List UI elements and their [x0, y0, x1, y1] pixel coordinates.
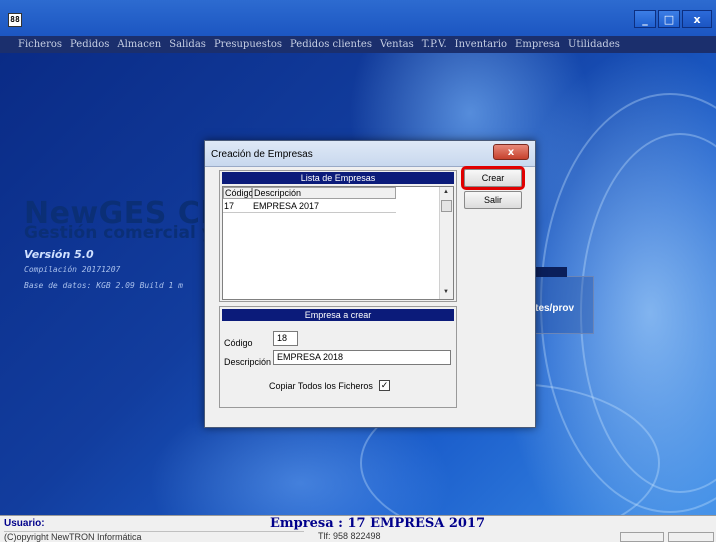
table-row[interactable]: 17 — [223, 200, 252, 212]
row-divider — [223, 212, 396, 213]
dialog-title: Creación de Empresas — [211, 149, 313, 160]
menu-pedidos-clientes[interactable]: Pedidos clientes — [290, 39, 372, 50]
company-list-header: Lista de Empresas — [222, 172, 454, 184]
descripcion-input[interactable]: EMPRESA 2018 — [273, 350, 451, 365]
menu-pedidos[interactable]: Pedidos — [70, 39, 109, 50]
status-panel — [620, 532, 664, 542]
codigo-input[interactable]: 18 — [273, 331, 298, 346]
menu-tpv[interactable]: T.P.V. — [422, 39, 447, 50]
dialog-close-button[interactable]: x — [493, 144, 529, 160]
scroll-down-icon[interactable]: ▼ — [443, 289, 449, 295]
scroll-up-icon[interactable]: ▲ — [443, 189, 449, 195]
menu-salidas[interactable]: Salidas — [169, 39, 206, 50]
column-header-codigo[interactable]: Código — [223, 187, 254, 199]
menu-bar: Ficheros Pedidos Almacen Salidas Presupu… — [0, 36, 716, 53]
copyright-text: (C)opyright NewTRON Informática — [4, 531, 304, 542]
brand-subtitle: Gestión comercial y — [24, 223, 213, 243]
menu-inventario[interactable]: Inventario — [455, 39, 507, 50]
scroll-thumb[interactable] — [441, 200, 452, 212]
new-company-header: Empresa a crear — [222, 309, 454, 321]
menu-ventas[interactable]: Ventas — [380, 39, 414, 50]
usuario-label: Usuario: — [4, 518, 45, 529]
status-panel — [668, 532, 714, 542]
descripcion-label: Descripción — [224, 357, 272, 367]
codigo-label: Código — [224, 338, 253, 348]
app-icon[interactable]: 88 — [8, 13, 22, 27]
menu-almacen[interactable]: Almacen — [117, 39, 161, 50]
salir-button[interactable]: Salir — [464, 191, 522, 209]
menu-ficheros[interactable]: Ficheros — [18, 39, 62, 50]
version-text: Versión 5.0 — [24, 248, 94, 261]
company-list-frame: Lista de Empresas Código Descripción 17 … — [219, 170, 457, 302]
window-controls: _ □ x — [632, 10, 712, 28]
title-bar: 88 _ □ x — [0, 0, 716, 36]
empresa-status: Empresa : 17 EMPRESA 2017 — [270, 516, 486, 531]
status-bar: Usuario: Empresa : 17 EMPRESA 2017 (C)op… — [0, 515, 716, 542]
list-scrollbar[interactable]: ▲ ▼ — [439, 187, 453, 299]
new-company-frame: Empresa a crear Código 18 Descripción EM… — [219, 306, 457, 408]
table-row[interactable]: EMPRESA 2017 — [252, 200, 396, 212]
database-text: Base de datos: KGB 2.09 Build 1 m — [24, 281, 183, 290]
copy-files-label: Copiar Todos los Ficheros — [269, 381, 373, 391]
minimize-button[interactable]: _ — [634, 10, 656, 28]
dialog-title-bar[interactable]: Creación de Empresas x — [205, 141, 535, 167]
crear-button[interactable]: Crear — [461, 166, 525, 190]
compilation-text: Compilación 20171207 — [24, 265, 121, 274]
company-list[interactable]: Código Descripción 17 EMPRESA 2017 ▲ ▼ — [222, 186, 454, 300]
column-header-descripcion[interactable]: Descripción — [252, 187, 396, 199]
phone-text: Tlf: 958 822498 — [318, 531, 381, 541]
create-company-dialog: Creación de Empresas x Lista de Empresas… — [204, 140, 536, 428]
background-panel: a ntes/prov — [528, 267, 594, 334]
copy-files-checkbox[interactable]: ✓ — [379, 380, 390, 391]
menu-utilidades[interactable]: Utilidades — [568, 39, 620, 50]
maximize-button[interactable]: □ — [658, 10, 680, 28]
menu-empresa[interactable]: Empresa — [515, 39, 560, 50]
close-window-button[interactable]: x — [682, 10, 712, 28]
menu-presupuestos[interactable]: Presupuestos — [214, 39, 282, 50]
